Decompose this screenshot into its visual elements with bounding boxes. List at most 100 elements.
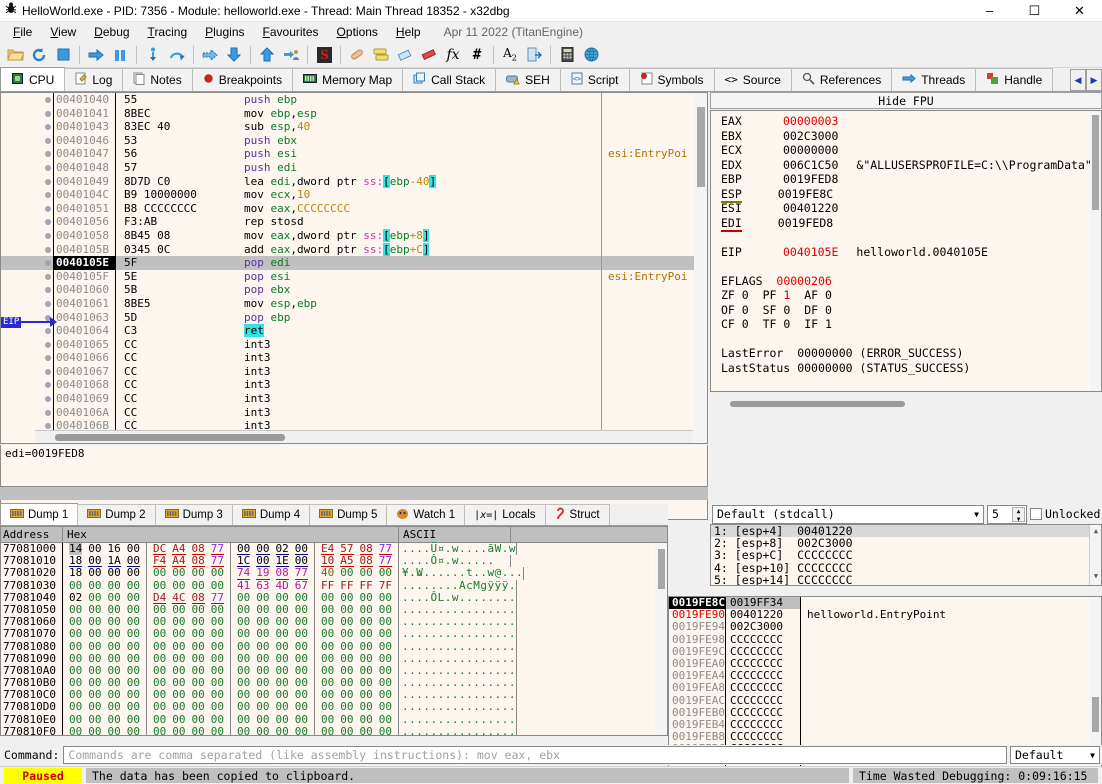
disassembly-row[interactable]: 00401046 53 push ebx	[1, 133, 707, 148]
disassembly-row[interactable]: 00401068 CC int3	[1, 378, 707, 393]
dump-tab-dump-2[interactable]: Dump 2	[77, 504, 156, 525]
arg-count-stepper[interactable]: 5 ▲ ▼	[987, 504, 1027, 524]
flag-value[interactable]: 0	[742, 288, 749, 302]
call-convention-select[interactable]: Default (stdcall) ▼	[712, 504, 984, 524]
breakpoint-dot-icon[interactable]	[45, 382, 51, 389]
scrollbar-thumb[interactable]	[55, 434, 285, 441]
dump-col-address[interactable]: Address	[1, 527, 63, 542]
unlocked-checkbox[interactable]	[1030, 508, 1042, 520]
comment-icon[interactable]	[369, 43, 393, 67]
disassembly-row[interactable]: 00401066 CC int3	[1, 351, 707, 365]
restart-icon[interactable]	[27, 43, 51, 67]
scylla-icon[interactable]: S	[312, 43, 336, 67]
disassembly-vertical-scrollbar[interactable]	[694, 93, 707, 443]
breakpoint-column[interactable]	[1, 406, 53, 420]
breakpoint-dot-icon[interactable]	[45, 97, 51, 103]
breakpoint-column[interactable]	[1, 120, 53, 134]
tab-breakpoints[interactable]: Breakpoints	[191, 68, 294, 91]
menu-item-debug[interactable]: Debug	[85, 23, 138, 41]
registers-horizontal-scrollbar[interactable]	[710, 398, 1102, 410]
disassembly-row[interactable]: 00401041 8BEC mov ebp,esp	[1, 106, 707, 121]
patch-icon[interactable]	[345, 43, 369, 67]
menu-item-help[interactable]: Help	[387, 23, 430, 41]
command-profile-select[interactable]: Default ▼	[1010, 746, 1100, 764]
stop-icon[interactable]	[51, 43, 75, 67]
breakpoint-column[interactable]	[1, 351, 53, 365]
breakpoint-dot-icon[interactable]	[45, 137, 51, 144]
register-row-edx[interactable]: EDX 006C1C50 &"ALLUSERSPROFILE=C:\\Program…	[721, 158, 1101, 173]
breakpoint-dot-icon[interactable]	[45, 260, 51, 267]
last-row[interactable]: LastError 00000000 (ERROR_SUCCESS)	[721, 346, 1101, 361]
breakpoint-column[interactable]	[1, 283, 53, 297]
disassembly-panel[interactable]: 00401040 55 push ebp 00401041 8BEC mov ebp,es…	[0, 92, 708, 444]
dump-tab-dump-4[interactable]: Dump 4	[231, 504, 311, 525]
flag-value[interactable]: 0	[783, 303, 790, 317]
register-row-ebx[interactable]: EBX 002C3000	[721, 129, 1101, 144]
breakpoint-dot-icon[interactable]	[45, 192, 51, 199]
flags-row[interactable]: ZF 0 PF 1 AF 0	[721, 288, 1101, 303]
tab-references[interactable]: References	[790, 68, 893, 91]
breakpoint-column[interactable]	[1, 107, 53, 121]
disassembly-row[interactable]: 00401060 5B pop ebx	[1, 283, 707, 297]
run-to-user-code-icon[interactable]	[279, 43, 303, 67]
registers-vertical-scrollbar[interactable]	[1090, 111, 1101, 391]
label-icon[interactable]	[393, 43, 417, 67]
arguments-panel[interactable]: 1: [esp+4] 00401220 2: [esp+8] 002C3000 3…	[710, 524, 1102, 586]
disassembly-row[interactable]: 00401064 C3 ret	[1, 324, 707, 338]
breakpoint-column[interactable]	[1, 202, 53, 216]
memory-export-icon[interactable]	[522, 43, 546, 67]
breakpoint-column[interactable]	[1, 229, 53, 243]
stack-row[interactable]: 0019FEA8 CCCCCCCC	[669, 682, 1101, 695]
tab-script[interactable]: <> Script	[559, 68, 630, 91]
menu-item-favourites[interactable]: Favourites	[254, 23, 328, 41]
segment-row[interactable]: GS 002B FS 0053	[721, 390, 1101, 392]
breakpoint-dot-icon[interactable]	[45, 124, 51, 131]
breakpoint-dot-icon[interactable]	[45, 110, 51, 117]
step-down-icon[interactable]	[222, 43, 246, 67]
disassembly-row[interactable]: 00401061 8BE5 mov esp,ebp	[1, 296, 707, 311]
disassembly-row[interactable]: 00401056 F3:AB rep stosd	[1, 215, 707, 229]
open-icon[interactable]	[3, 43, 27, 67]
dump-row[interactable]: 770810D0 00 00 00 00 00 00 00 00 00 00 00 00 00 00 00 00…	[1, 701, 667, 714]
stack-row[interactable]: 0019FE94 002C3000	[669, 621, 1101, 634]
dump-row[interactable]: 770810F0 00 00 00 00 00 00 00 00 00 00 00 00 00 00 00 00…	[1, 725, 667, 735]
disassembly-row[interactable]: 00401043 83EC 40 sub esp,40	[1, 120, 707, 134]
dump-tab-locals[interactable]: |x=| Locals	[464, 504, 546, 525]
step-over-icon[interactable]	[165, 43, 189, 67]
register-spacer[interactable]	[721, 375, 1101, 390]
stack-row[interactable]: 0019FE98 CCCCCCCC	[669, 633, 1101, 646]
breakpoint-dot-icon[interactable]	[45, 219, 51, 226]
dump-tab-dump-1[interactable]: Dump 1	[0, 503, 79, 525]
menu-item-plugins[interactable]: Plugins	[196, 23, 253, 41]
flag-value[interactable]: 0	[783, 317, 790, 331]
disassembly-row[interactable]: 0040105B 0345 0C add eax,dword ptr ss:[ebp…	[1, 242, 707, 257]
text-icon[interactable]: A2	[498, 43, 522, 67]
register-row-esp[interactable]: ESP 0019FE8C	[721, 187, 1101, 203]
breakpoint-column[interactable]	[1, 243, 53, 257]
pause-icon[interactable]	[108, 43, 132, 67]
registers-panel[interactable]: EAX 00000003 EBX 002C3000 ECX 00000000 EDX 006C…	[710, 110, 1102, 392]
dump-row[interactable]: 770810E0 00 00 00 00 00 00 00 00 00 00 00 00 00 00 00 00…	[1, 713, 667, 726]
unlocked-checkbox-row[interactable]: Unlocked	[1030, 507, 1100, 521]
breakpoint-dot-icon[interactable]	[45, 300, 51, 307]
command-input[interactable]: Commands are comma separated (like assem…	[63, 746, 1007, 764]
flags-row[interactable]: CF 0 TF 0 IF 1	[721, 317, 1101, 332]
eflags-row[interactable]: EFLAGS 00000206	[721, 274, 1101, 289]
disassembly-row[interactable]: 00401040 55 push ebp	[1, 93, 707, 107]
argument-row[interactable]: 5: [esp+14] CCCCCCCC	[711, 574, 1101, 585]
last-row[interactable]: LastStatus 00000000 (STATUS_SUCCESS)	[721, 361, 1101, 376]
dump-tab-watch-1[interactable]: Watch 1	[386, 504, 466, 525]
hide-fpu-button[interactable]: Hide FPU	[710, 92, 1102, 109]
breakpoint-column[interactable]	[1, 270, 53, 284]
flag-value[interactable]: 0	[825, 288, 832, 302]
breakpoint-dot-icon[interactable]	[45, 178, 51, 185]
stepper-buttons[interactable]: ▲ ▼	[1012, 506, 1025, 523]
dump-panel[interactable]: Address Hex ASCII 77081000 14 00 16 00 DC A4 08…	[0, 526, 668, 736]
scrollbar-thumb[interactable]	[730, 401, 905, 407]
dump-vertical-scrollbar[interactable]	[655, 543, 667, 735]
register-row-ecx[interactable]: ECX 00000000	[721, 143, 1101, 158]
disassembly-row[interactable]: 00401051 B8 CCCCCCCC mov eax,CCCCCCCC	[1, 201, 707, 216]
disassembly-row[interactable]: 00401048 57 push edi	[1, 160, 707, 175]
scrollbar-thumb[interactable]	[658, 549, 665, 589]
tab-notes[interactable]: Notes	[122, 68, 193, 91]
